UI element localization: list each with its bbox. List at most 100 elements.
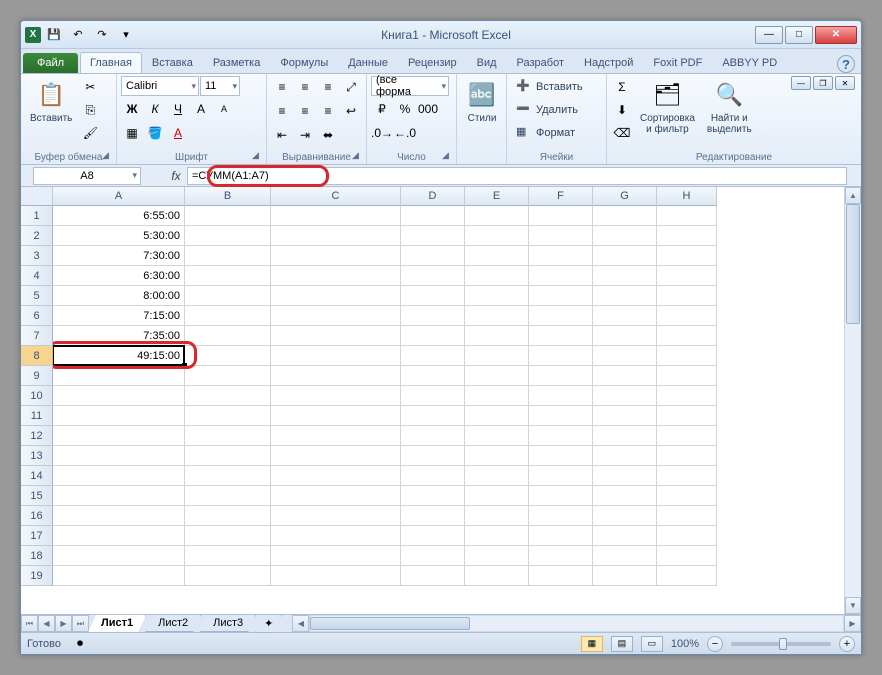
cell-B15[interactable] [185,486,271,506]
cell-H15[interactable] [657,486,717,506]
macro-rec-icon[interactable]: ⏺ [69,633,91,655]
cell-E8[interactable] [465,346,529,366]
merge-cells[interactable]: ⬌ [317,124,339,146]
cell-F6[interactable] [529,306,593,326]
cell-C7[interactable] [271,326,401,346]
tab-developer[interactable]: Разработ [507,52,574,73]
cell-F18[interactable] [529,546,593,566]
format-cells[interactable]: ▦Формат [511,122,588,144]
align-center[interactable]: ≡ [294,100,316,122]
cell-F12[interactable] [529,426,593,446]
cell-A10[interactable] [53,386,185,406]
zoom-slider[interactable] [731,642,831,646]
vertical-scrollbar[interactable]: ▲ ▼ [844,187,861,614]
cell-G4[interactable] [593,266,657,286]
cell-D15[interactable] [401,486,465,506]
font-shrink[interactable]: A [213,98,235,120]
cell-C2[interactable] [271,226,401,246]
cell-B18[interactable] [185,546,271,566]
cell-G11[interactable] [593,406,657,426]
alignment-launcher[interactable]: ◢ [352,150,364,162]
align-bottom[interactable]: ≡ [317,76,339,98]
cell-C16[interactable] [271,506,401,526]
cell-A13[interactable] [53,446,185,466]
font-name-combo[interactable]: Calibri [121,76,199,96]
cell-E10[interactable] [465,386,529,406]
cell-G10[interactable] [593,386,657,406]
cell-E15[interactable] [465,486,529,506]
cell-F8[interactable] [529,346,593,366]
cell-G17[interactable] [593,526,657,546]
cell-E5[interactable] [465,286,529,306]
row-header-6[interactable]: 6 [21,306,53,326]
zoom-out[interactable]: − [707,636,723,652]
cell-G18[interactable] [593,546,657,566]
cell-F11[interactable] [529,406,593,426]
italic-button[interactable]: К [144,98,166,120]
row-header-14[interactable]: 14 [21,466,53,486]
cell-F5[interactable] [529,286,593,306]
cell-B12[interactable] [185,426,271,446]
cell-C6[interactable] [271,306,401,326]
percent-button[interactable]: % [394,98,416,120]
cell-C10[interactable] [271,386,401,406]
cell-A16[interactable] [53,506,185,526]
row-header-15[interactable]: 15 [21,486,53,506]
vscroll-thumb[interactable] [846,204,860,324]
scroll-right[interactable]: ▶ [844,615,861,632]
align-left[interactable]: ≡ [271,100,293,122]
cell-C4[interactable] [271,266,401,286]
cell-A8[interactable]: 49:15:00 [53,346,185,366]
cell-F4[interactable] [529,266,593,286]
sheet-nav-prev[interactable]: ◀ [38,615,55,632]
cell-D16[interactable] [401,506,465,526]
font-grow[interactable]: A [190,98,212,120]
tab-addins[interactable]: Надстрой [574,52,643,73]
cell-G3[interactable] [593,246,657,266]
cell-B7[interactable] [185,326,271,346]
sheet-tab-3[interactable]: Лист3 [200,615,256,632]
cell-F14[interactable] [529,466,593,486]
insert-cells[interactable]: ➕Вставить [511,76,588,98]
cell-B5[interactable] [185,286,271,306]
cell-E16[interactable] [465,506,529,526]
cell-A19[interactable] [53,566,185,586]
delete-cells[interactable]: ➖Удалить [511,99,588,121]
tab-data[interactable]: Данные [338,52,398,73]
row-header-12[interactable]: 12 [21,426,53,446]
cell-F13[interactable] [529,446,593,466]
cell-F3[interactable] [529,246,593,266]
cell-C3[interactable] [271,246,401,266]
cell-D4[interactable] [401,266,465,286]
sheet-nav-last[interactable]: ⏭ [72,615,89,632]
cell-G19[interactable] [593,566,657,586]
align-right[interactable]: ≡ [317,100,339,122]
autosum-button[interactable]: Σ [611,76,633,98]
cell-B10[interactable] [185,386,271,406]
cell-D14[interactable] [401,466,465,486]
maximize-button[interactable]: □ [785,26,813,44]
paste-button[interactable]: 📋 Вставить [25,76,77,127]
cell-A7[interactable]: 7:35:00 [53,326,185,346]
cell-B4[interactable] [185,266,271,286]
row-header-2[interactable]: 2 [21,226,53,246]
cell-B13[interactable] [185,446,271,466]
clear-button[interactable]: ⌫ [611,122,633,144]
cell-D13[interactable] [401,446,465,466]
zoom-in[interactable]: + [839,636,855,652]
cell-H11[interactable] [657,406,717,426]
cell-A3[interactable]: 7:30:00 [53,246,185,266]
number-launcher[interactable]: ◢ [442,150,454,162]
cell-G14[interactable] [593,466,657,486]
cell-G16[interactable] [593,506,657,526]
tab-view[interactable]: Вид [467,52,507,73]
row-header-11[interactable]: 11 [21,406,53,426]
orientation[interactable]: ⤢ [340,76,362,98]
cell-E3[interactable] [465,246,529,266]
cell-H6[interactable] [657,306,717,326]
cell-B6[interactable] [185,306,271,326]
border-button[interactable]: ▦ [121,122,143,144]
cell-C8[interactable] [271,346,401,366]
cut-button[interactable]: ✂ [79,76,101,98]
align-top[interactable]: ≡ [271,76,293,98]
